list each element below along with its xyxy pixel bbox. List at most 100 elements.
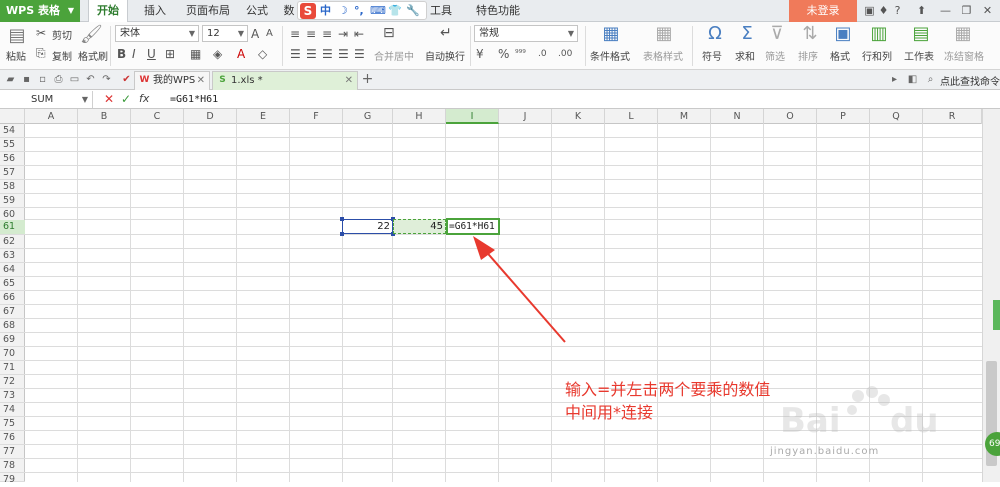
save-icon[interactable]: ▪ xyxy=(20,73,33,86)
skin-icon[interactable]: 👕 xyxy=(388,3,402,19)
copy-button[interactable]: 复制 xyxy=(52,48,72,63)
preview-icon[interactable]: ▭ xyxy=(68,73,81,86)
print-icon[interactable]: ⎙ xyxy=(52,73,65,86)
number-format-select[interactable]: 常规 ▼ xyxy=(474,25,578,42)
cell-g61[interactable]: 22 xyxy=(342,219,393,234)
fill-color-icon[interactable]: ◈ xyxy=(213,47,222,61)
row-header[interactable]: 58 xyxy=(0,180,25,194)
table-style-button[interactable]: 表格样式 xyxy=(643,48,683,63)
row-header[interactable]: 63 xyxy=(0,249,25,263)
font-name-select[interactable]: 宋体 ▼ xyxy=(115,25,199,42)
ime-mode[interactable]: 中 xyxy=(320,3,331,19)
tab-formulas[interactable]: 公式 xyxy=(240,0,274,22)
grow-font-icon[interactable]: A xyxy=(251,27,259,41)
find-command-link[interactable]: 点此查找命令 xyxy=(940,73,1000,88)
close-icon[interactable]: ✕ xyxy=(197,72,205,90)
align-right-icon[interactable]: ☰ xyxy=(322,47,333,61)
wrap-text-button[interactable]: 自动换行 xyxy=(425,48,465,63)
clear-format-icon[interactable]: ◇ xyxy=(258,47,267,61)
moon-icon[interactable]: ☽ xyxy=(338,3,348,19)
ime-toolbar[interactable]: S 中 ☽ °, ⌨ 👕 🔧 xyxy=(297,1,427,20)
increase-decimal-icon[interactable]: .0 xyxy=(538,47,547,61)
paste-icon[interactable]: ▤ xyxy=(6,26,28,46)
sort-button[interactable]: 排序 xyxy=(798,48,818,63)
column-header-selected[interactable]: I xyxy=(446,109,499,124)
align-bottom-icon[interactable]: ≡ xyxy=(322,27,332,41)
row-col-button[interactable]: 行和列 xyxy=(862,48,892,63)
select-all-corner[interactable] xyxy=(0,109,25,124)
row-header[interactable]: 56 xyxy=(0,152,25,166)
column-header[interactable]: O xyxy=(764,109,817,124)
row-header[interactable]: 69 xyxy=(0,333,25,347)
cell-h61[interactable]: 45 xyxy=(393,219,446,234)
row-header[interactable]: 73 xyxy=(0,389,25,403)
table-style-icon[interactable]: ▦ xyxy=(653,24,675,44)
row-header[interactable]: 59 xyxy=(0,194,25,208)
column-header[interactable]: C xyxy=(131,109,184,124)
export-icon[interactable]: ▫ xyxy=(36,73,49,86)
help-icon[interactable]: ? xyxy=(890,3,905,18)
freeze-panes-icon[interactable]: ▦ xyxy=(952,24,974,44)
tab-my-wps[interactable]: W 我的WPS ✕ xyxy=(134,71,210,90)
tab-file-1xls[interactable]: S 1.xls * ✕ xyxy=(212,71,358,90)
filter-button[interactable]: 筛选 xyxy=(765,48,785,63)
underline-button[interactable]: U xyxy=(147,47,156,61)
row-header[interactable]: 74 xyxy=(0,403,25,417)
minimize-icon[interactable]: — xyxy=(938,3,953,18)
bold-button[interactable]: B xyxy=(117,47,126,61)
row-header[interactable]: 79 xyxy=(0,473,25,485)
conditional-format-icon[interactable]: ▦ xyxy=(600,24,622,44)
fx-icon[interactable]: fx xyxy=(139,92,149,105)
name-box[interactable]: SUM ▼ xyxy=(1,91,93,108)
box-icon[interactable]: ▣ xyxy=(862,3,877,18)
search-icon[interactable]: ⌕ xyxy=(924,73,937,86)
tab-page-layout[interactable]: 页面布局 xyxy=(180,0,236,22)
row-header[interactable]: 62 xyxy=(0,235,25,249)
outdent-icon[interactable]: ⇤ xyxy=(354,27,364,41)
paste-label[interactable]: 粘贴 xyxy=(6,48,26,63)
column-header[interactable]: R xyxy=(923,109,982,124)
cancel-icon[interactable]: ✕ xyxy=(104,92,114,106)
wrap-text-icon[interactable]: ↵ xyxy=(440,26,452,40)
tab-special-features[interactable]: 特色功能 xyxy=(470,0,526,22)
currency-icon[interactable]: ¥ xyxy=(476,47,484,61)
align-top-icon[interactable]: ≡ xyxy=(290,27,300,41)
tab-home[interactable]: 开始 xyxy=(88,0,128,23)
brush-icon[interactable]: 🖌 xyxy=(80,25,103,45)
cut-button[interactable]: 剪切 xyxy=(52,27,72,42)
tab-tools[interactable]: 工具 xyxy=(426,0,456,22)
login-button[interactable]: 未登录 xyxy=(789,0,857,22)
tab-insert[interactable]: 插入 xyxy=(138,0,172,22)
omega-icon[interactable]: Ω xyxy=(704,24,726,44)
column-header[interactable]: N xyxy=(711,109,764,124)
column-header[interactable]: D xyxy=(184,109,237,124)
column-header[interactable]: L xyxy=(605,109,658,124)
scissors-icon[interactable]: ✂ xyxy=(36,26,46,40)
column-header[interactable]: K xyxy=(552,109,605,124)
row-header[interactable]: 57 xyxy=(0,166,25,180)
thousands-button[interactable]: ⁹⁹⁹ xyxy=(515,47,526,61)
new-tab-button[interactable]: + xyxy=(361,72,374,86)
keyboard-icon[interactable]: ⌨ xyxy=(370,3,386,19)
row-header[interactable]: 75 xyxy=(0,417,25,431)
column-header[interactable]: F xyxy=(290,109,343,124)
shirt-icon[interactable]: ♦ xyxy=(876,3,891,18)
selection-handle[interactable] xyxy=(340,217,344,221)
confirm-icon[interactable]: ✓ xyxy=(121,92,131,106)
formula-input[interactable]: =G61*H61 xyxy=(166,91,986,108)
worksheet-icon[interactable]: ▤ xyxy=(910,24,932,44)
format-icon[interactable]: ▣ xyxy=(832,24,854,44)
column-header[interactable]: Q xyxy=(870,109,923,124)
percent-button[interactable]: % xyxy=(498,47,509,61)
row-header[interactable]: 71 xyxy=(0,361,25,375)
sort-icon[interactable]: ⇅ xyxy=(799,24,821,44)
row-header[interactable]: 65 xyxy=(0,277,25,291)
row-header[interactable]: 77 xyxy=(0,445,25,459)
row-header[interactable]: 54 xyxy=(0,124,25,138)
row-header[interactable]: 67 xyxy=(0,305,25,319)
row-header[interactable]: 55 xyxy=(0,138,25,152)
border-icon[interactable]: ⊞ xyxy=(165,47,175,61)
merge-center-button[interactable]: 合并居中 xyxy=(374,48,414,63)
toolbox-icon[interactable]: 🔧 xyxy=(406,3,420,19)
conditional-format-button[interactable]: 条件格式 xyxy=(590,48,630,63)
